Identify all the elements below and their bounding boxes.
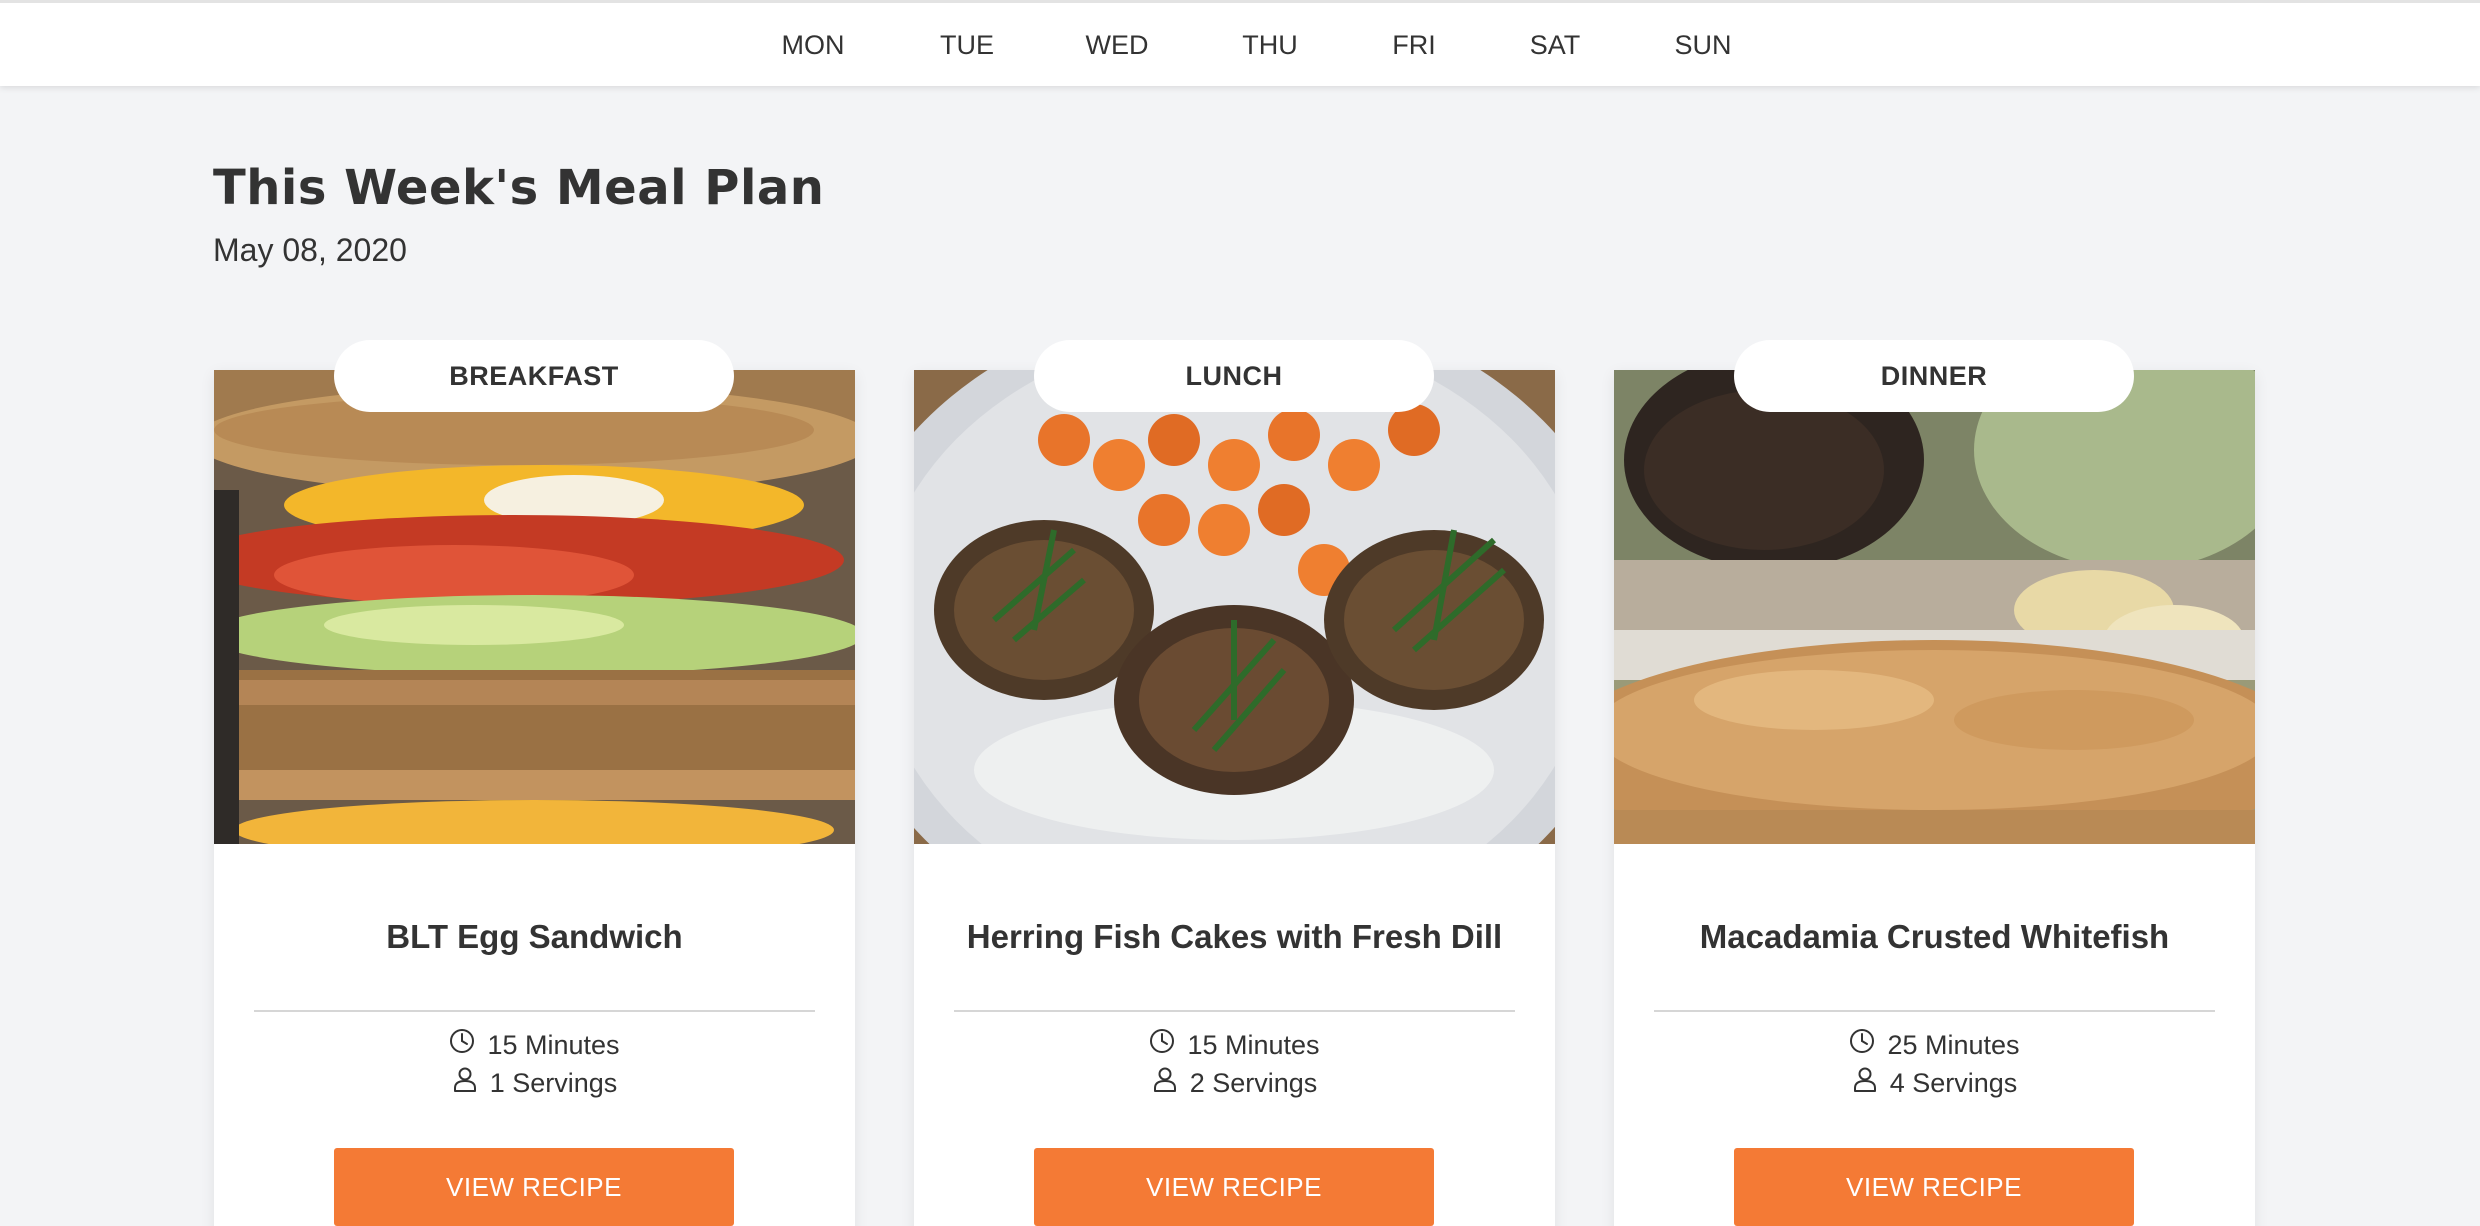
nav-day-wed[interactable]: WED (1086, 23, 1149, 67)
meal-card-breakfast: BREAKFAST BLT Egg Sandwich 15 Minutes 1 … (214, 340, 855, 1226)
meal-type-label: DINNER (1734, 340, 2134, 412)
plan-date: May 08, 2020 (213, 232, 407, 268)
clock-icon (1149, 1028, 1175, 1061)
divider (254, 1010, 815, 1012)
clock-icon (449, 1028, 475, 1061)
cook-time: 15 Minutes (914, 1028, 1555, 1061)
view-recipe-button[interactable]: VIEW RECIPE (334, 1148, 734, 1226)
cook-time: 15 Minutes (214, 1028, 855, 1061)
cook-time: 25 Minutes (1614, 1028, 2255, 1061)
person-icon (452, 1066, 478, 1099)
recipe-title: Macadamia Crusted Whitefish (1699, 918, 2170, 955)
day-nav: MON TUE WED THU FRI SAT SUN (0, 0, 2480, 86)
divider (954, 1010, 1515, 1012)
meal-card-lunch: LUNCH Herring Fish Cakes with Fresh Dill… (914, 340, 1555, 1226)
cook-time-text: 25 Minutes (1887, 1030, 2020, 1060)
nav-day-tue[interactable]: TUE (940, 23, 994, 67)
recipe-photo (1614, 370, 2255, 844)
nav-day-sat[interactable]: SAT (1530, 23, 1581, 67)
meal-card-dinner: DINNER Macadamia Crusted Whitefish 25 Mi… (1614, 340, 2255, 1226)
divider (1654, 1010, 2215, 1012)
servings-text: 2 Servings (1189, 1068, 1318, 1098)
clock-icon (1849, 1028, 1875, 1061)
recipe-title: BLT Egg Sandwich (386, 918, 683, 955)
servings: 1 Servings (214, 1066, 855, 1099)
cook-time-text: 15 Minutes (487, 1030, 620, 1060)
nav-day-mon[interactable]: MON (782, 23, 845, 67)
servings: 2 Servings (914, 1066, 1555, 1099)
nav-day-fri[interactable]: FRI (1392, 23, 1436, 67)
servings: 4 Servings (1614, 1066, 2255, 1099)
page-title: This Week's Meal Plan (213, 160, 825, 216)
cook-time-text: 15 Minutes (1187, 1030, 1320, 1060)
servings-text: 1 Servings (489, 1068, 618, 1098)
meal-type-label: LUNCH (1034, 340, 1434, 412)
meal-type-label: BREAKFAST (334, 340, 734, 412)
nav-day-thu[interactable]: THU (1242, 23, 1298, 67)
recipe-title: Herring Fish Cakes with Fresh Dill (966, 918, 1503, 955)
view-recipe-button[interactable]: VIEW RECIPE (1034, 1148, 1434, 1226)
recipe-photo (914, 370, 1555, 844)
view-recipe-button[interactable]: VIEW RECIPE (1734, 1148, 2134, 1226)
person-icon (1852, 1066, 1878, 1099)
recipe-photo (214, 370, 855, 844)
person-icon (1152, 1066, 1178, 1099)
servings-text: 4 Servings (1889, 1068, 2018, 1098)
nav-day-sun[interactable]: SUN (1674, 23, 1731, 67)
